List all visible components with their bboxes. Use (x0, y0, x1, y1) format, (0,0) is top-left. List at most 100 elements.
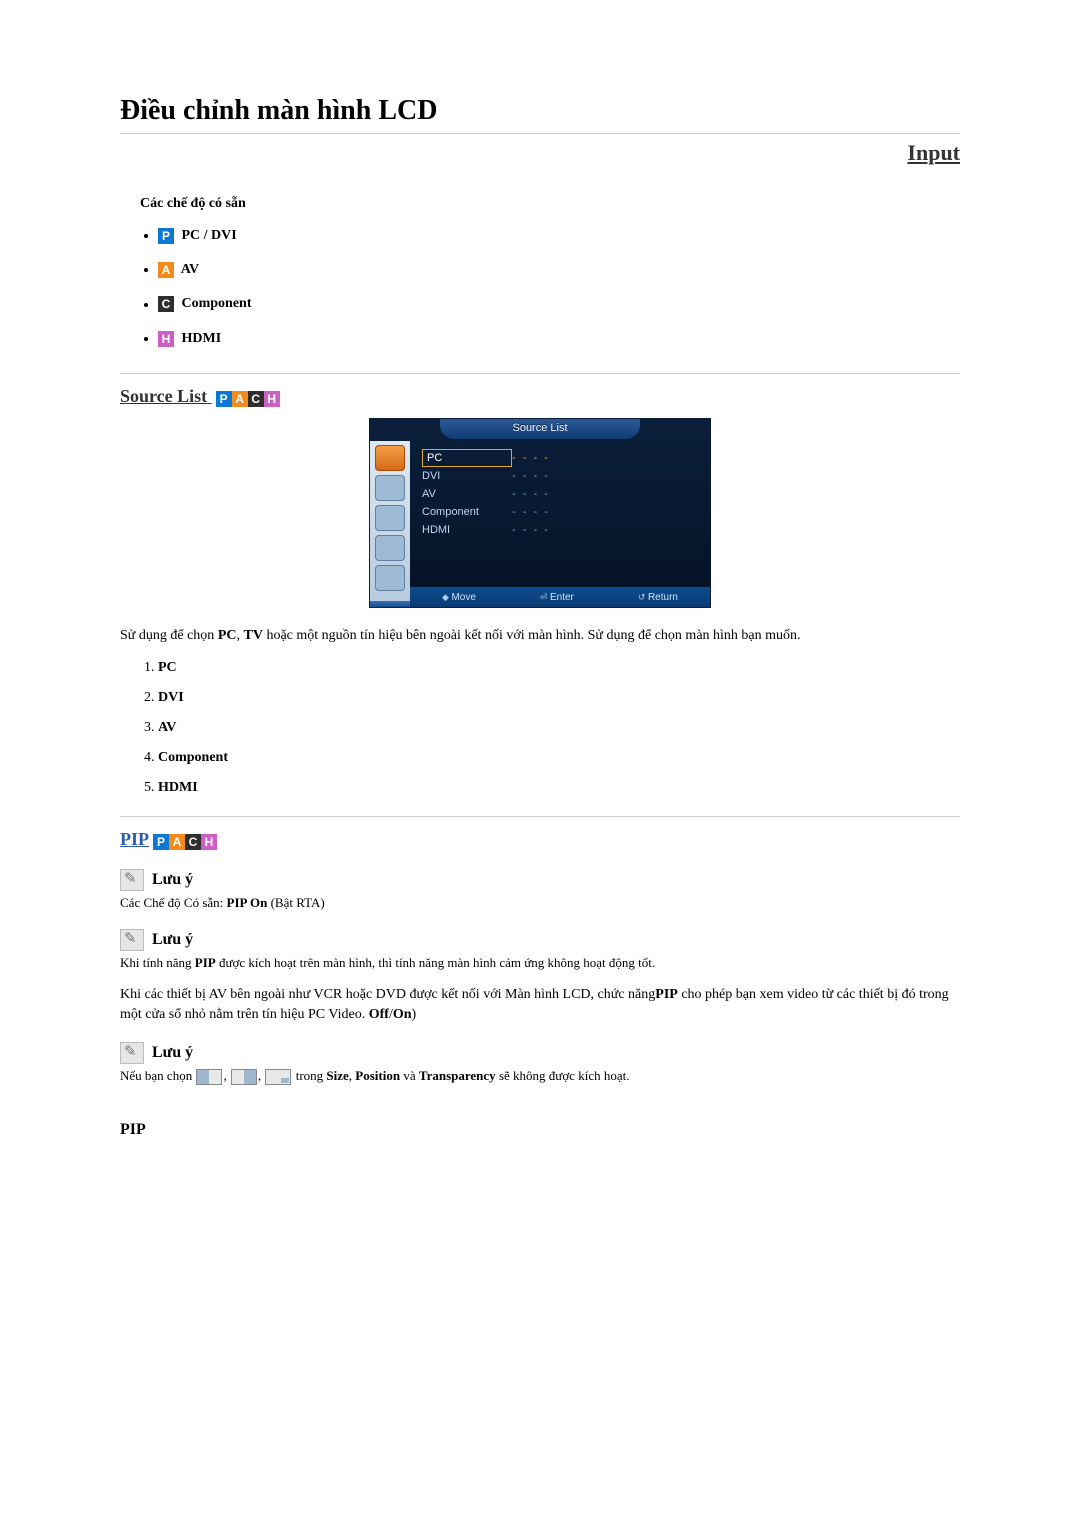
list-item: Component (158, 750, 960, 766)
note-text-bold: PIP On (227, 895, 268, 910)
section-rule (120, 373, 960, 374)
page-title: Điều chỉnh màn hình LCD (120, 95, 960, 127)
badge-h-icon: H (158, 331, 174, 347)
note-text-bold: Transparency (419, 1068, 496, 1083)
osd-foot-move: Move (442, 592, 476, 603)
note-icon (120, 929, 144, 951)
mode-label: HDMI (182, 331, 222, 346)
osd-nav-icon (375, 475, 405, 501)
mode-label: PC / DVI (182, 228, 237, 243)
list-label: DVI (158, 690, 184, 705)
badge-p-icon: P (153, 834, 169, 850)
osd-row-dvi: DVI - - - - (422, 467, 698, 485)
source-list-description: Sử dụng để chọn PC, TV hoặc một nguồn tí… (120, 626, 960, 646)
note-text-span: được kích hoạt trên màn hình, thì tính n… (216, 955, 655, 970)
badge-p-icon: P (158, 228, 174, 244)
badge-c-icon: C (248, 391, 264, 407)
desc-text: Sử dụng để chọn (120, 628, 218, 643)
layout-icon (231, 1069, 257, 1085)
para-text: Khi các thiết bị AV bên ngoài như VCR ho… (120, 987, 655, 1002)
note-title: Lưu ý (152, 1044, 193, 1061)
note-text-bold: Position (355, 1068, 400, 1083)
osd-row-label: DVI (422, 470, 512, 482)
osd-footer: Move Enter Return (410, 587, 710, 607)
osd-row-label: PC (422, 449, 512, 467)
osd-top: Source List (370, 419, 710, 441)
note-icon (120, 869, 144, 891)
note-text-span: Khi tính năng (120, 955, 195, 970)
osd-body: PC - - - - DVI - - - - AV - - - - Compon… (370, 441, 710, 601)
osd-nav-icon (375, 535, 405, 561)
list-item: AV (158, 720, 960, 736)
mode-item-component: C Component (158, 296, 960, 312)
badge-a-icon: A (232, 391, 248, 407)
badge-row: PACH (216, 387, 280, 408)
note-text-bold: PIP (195, 955, 216, 970)
badge-row: PACH (153, 830, 217, 851)
title-rule (120, 133, 960, 134)
note-block-1: Lưu ý Các Chế độ Có sẵn: PIP On (Bật RTA… (120, 869, 960, 911)
desc-bold: TV (243, 628, 262, 643)
osd-row-dots: - - - - (512, 506, 550, 518)
para-bold: On (393, 1007, 412, 1022)
pip-description: Khi các thiết bị AV bên ngoài như VCR ho… (120, 985, 960, 1024)
para-text: ) (412, 1007, 417, 1022)
badge-a-icon: A (158, 262, 174, 278)
mode-label: Component (182, 297, 252, 312)
layout-icon (196, 1069, 222, 1085)
note-text: Nếu bạn chọn , , trong Size, Position và… (120, 1068, 960, 1085)
list-item: HDMI (158, 780, 960, 796)
note-text-span: Nếu bạn chọn (120, 1068, 195, 1083)
section-title-source-list: Source List PACH (120, 386, 960, 408)
osd-nav-icon (375, 445, 405, 471)
note-block-2: Lưu ý Khi tính năng PIP được kích hoạt t… (120, 929, 960, 971)
mode-item-hdmi: H HDMI (158, 331, 960, 347)
list-item: DVI (158, 690, 960, 706)
note-text-span: sẽ không được kích hoạt. (496, 1068, 630, 1083)
document-page: Điều chỉnh màn hình LCD Input Các chế độ… (0, 0, 1080, 1527)
note-text-span: (Bật RTA) (267, 895, 324, 910)
osd-row-av: AV - - - - (422, 485, 698, 503)
list-item: PC (158, 660, 960, 676)
note-text-span: Các Chế độ Có sẵn: (120, 895, 227, 910)
badge-h-icon: H (201, 834, 217, 850)
note-title: Lưu ý (152, 931, 193, 948)
note-text-span: trong (296, 1068, 327, 1083)
osd-row-dots: - - - - (512, 524, 550, 536)
osd-row-dots: - - - - (512, 488, 550, 500)
mode-item-pc-dvi: P PC / DVI (158, 228, 960, 244)
osd-row-label: HDMI (422, 524, 512, 536)
source-list-label: Source List (120, 386, 207, 406)
para-bold: Off (369, 1007, 389, 1022)
note-text-bold: Size (326, 1068, 348, 1083)
badge-c-icon: C (185, 834, 201, 850)
pip-sub-heading: PIP (120, 1121, 960, 1139)
osd-tab-title: Source List (440, 419, 640, 439)
osd-foot-return: Return (638, 592, 678, 603)
list-label: AV (158, 720, 176, 735)
note-text-span: và (400, 1068, 419, 1083)
osd-nav-icon (375, 505, 405, 531)
list-label: PC (158, 660, 177, 675)
mode-item-av: A AV (158, 262, 960, 278)
mode-label: AV (181, 262, 199, 277)
section-title-input: Input (120, 140, 960, 166)
note-text: Các Chế độ Có sẵn: PIP On (Bật RTA) (120, 895, 960, 911)
osd-row-dots: - - - - (512, 470, 550, 482)
note-text: Khi tính năng PIP được kích hoạt trên mà… (120, 955, 960, 971)
osd-nav-icon (375, 565, 405, 591)
badge-a-icon: A (169, 834, 185, 850)
osd-row-hdmi: HDMI - - - - (422, 521, 698, 539)
osd-row-pc: PC - - - - (422, 449, 698, 467)
section-rule (120, 816, 960, 817)
pip-label: PIP (120, 829, 149, 849)
osd-row-label: Component (422, 506, 512, 518)
section-title-pip: PIPPACH (120, 829, 960, 851)
note-icon (120, 1042, 144, 1064)
osd-foot-enter: Enter (540, 592, 574, 603)
list-label: HDMI (158, 780, 198, 795)
source-numbered-list: PC DVI AV Component HDMI (158, 660, 960, 796)
badge-c-icon: C (158, 296, 174, 312)
list-label: Component (158, 750, 228, 765)
modes-heading: Các chế độ có sẵn (140, 196, 960, 212)
